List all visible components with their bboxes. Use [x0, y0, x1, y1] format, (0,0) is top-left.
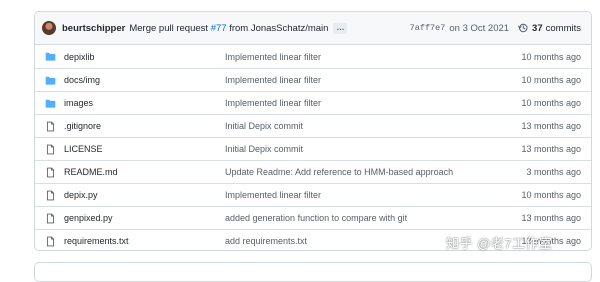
commits-link[interactable]: commits	[546, 23, 581, 34]
commit-author[interactable]: beurtschipper	[62, 23, 125, 34]
file-icon	[45, 236, 56, 247]
file-commit-age: 10 months ago	[521, 75, 581, 85]
file-commit-age: 13 months ago	[521, 144, 581, 154]
file-name-link[interactable]: requirements.txt	[64, 236, 129, 246]
file-commit-message[interactable]: add requirements.txt	[225, 236, 307, 246]
file-name-link[interactable]: .gitignore	[64, 121, 101, 131]
file-commit-message[interactable]: added generation function to compare wit…	[225, 213, 407, 223]
file-commit-age: 13 months ago	[521, 121, 581, 131]
file-commit-age: 10 months ago	[521, 190, 581, 200]
file-browser: beurtschipper Merge pull request #77 fro…	[34, 11, 592, 251]
file-commit-age: 3 months ago	[526, 167, 581, 177]
readme-box	[34, 262, 592, 282]
file-list: depixlib Implemented linear filter 10 mont…	[35, 45, 591, 250]
file-icon	[45, 121, 56, 132]
file-row[interactable]: docs/img Implemented linear filter 10 mont…	[35, 68, 591, 91]
file-commit-age: 10 months ago	[521, 98, 581, 108]
file-row[interactable]: .gitignore Initial Depix commit 13 months …	[35, 114, 591, 137]
file-name-link[interactable]: depixlib	[64, 52, 95, 62]
folder-icon	[45, 98, 56, 109]
commit-message-suffix[interactable]: from JonasSchatz/main	[229, 23, 328, 34]
pr-link[interactable]: #77	[211, 23, 227, 34]
file-row[interactable]: depix.py Implemented linear filter 10 mont…	[35, 183, 591, 206]
file-commit-message[interactable]: Implemented linear filter	[225, 52, 321, 62]
file-commit-message[interactable]: Implemented linear filter	[225, 75, 321, 85]
folder-icon	[45, 51, 56, 62]
folder-icon	[45, 75, 56, 86]
file-name-link[interactable]: LICENSE	[64, 144, 103, 154]
file-commit-age: 13 months ago	[521, 213, 581, 223]
file-row[interactable]: genpixed.py added generation function to …	[35, 206, 591, 229]
file-commit-message[interactable]: Implemented linear filter	[225, 190, 321, 200]
commit-sha[interactable]: 7aff7e7	[410, 23, 446, 33]
file-name-link[interactable]: genpixed.py	[64, 213, 113, 223]
commits-count[interactable]: 37	[532, 23, 543, 34]
file-commit-message[interactable]: Update Readme: Add reference to HMM-base…	[225, 167, 453, 177]
history-icon	[518, 23, 528, 33]
file-icon	[45, 167, 56, 178]
file-row[interactable]: depixlib Implemented linear filter 10 mont…	[35, 45, 591, 68]
file-name-link[interactable]: docs/img	[64, 75, 100, 85]
file-commit-message[interactable]: Implemented linear filter	[225, 98, 321, 108]
file-row[interactable]: images Implemented linear filter 10 months…	[35, 91, 591, 114]
file-commit-age: 10 months ago	[521, 51, 581, 62]
watermark: 知乎 @老7工作室	[446, 236, 553, 251]
file-icon	[45, 213, 56, 224]
file-name-link[interactable]: images	[64, 98, 93, 108]
file-icon	[45, 144, 56, 155]
commit-message[interactable]: Merge pull request	[129, 23, 208, 34]
expand-commit-button[interactable]: …	[333, 22, 348, 34]
latest-commit-bar: beurtschipper Merge pull request #77 fro…	[35, 12, 591, 45]
file-row[interactable]: README.md Update Readme: Add reference to…	[35, 160, 591, 183]
commit-date: on 3 Oct 2021	[449, 22, 510, 34]
file-icon	[45, 190, 56, 201]
avatar[interactable]	[42, 21, 56, 35]
file-commit-message[interactable]: Initial Depix commit	[225, 144, 303, 154]
file-commit-message[interactable]: Initial Depix commit	[225, 121, 303, 131]
file-name-link[interactable]: depix.py	[64, 190, 98, 200]
file-name-link[interactable]: README.md	[64, 167, 118, 177]
file-row[interactable]: LICENSE Initial Depix commit 13 months ago	[35, 137, 591, 160]
